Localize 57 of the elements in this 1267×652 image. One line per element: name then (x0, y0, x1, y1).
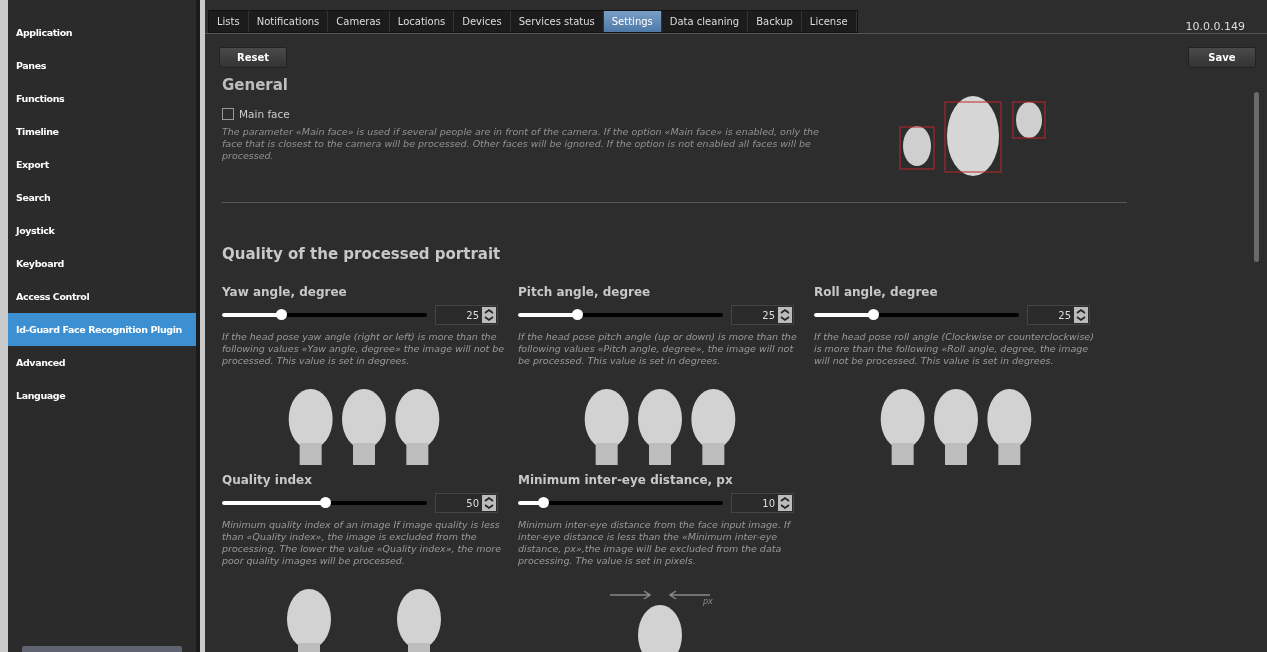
setting-title: Quality index (222, 473, 313, 487)
number-spinner[interactable]: 50 (435, 493, 498, 513)
sidebar-item[interactable]: Export (8, 148, 196, 181)
sidebar-scroll-bar[interactable] (22, 646, 182, 652)
number-spinner[interactable]: 25 (435, 305, 498, 325)
tab[interactable]: Notifications (248, 11, 329, 32)
tab[interactable]: Cameras (328, 11, 390, 32)
setting-title: Roll angle, degree (814, 285, 939, 299)
spinner-arrows-icon[interactable] (482, 307, 496, 323)
scrollbar-thumb[interactable] (1254, 92, 1259, 262)
tab[interactable]: License (801, 11, 857, 32)
sidebar-item[interactable]: Functions (8, 82, 196, 115)
spinner-arrows-icon[interactable] (482, 495, 496, 511)
number-spinner[interactable]: 10 (731, 493, 794, 513)
sidebar-item[interactable]: Joystick (8, 214, 196, 247)
tab[interactable]: Backup (748, 11, 802, 32)
setting-description: If the head pose yaw angle (right or left) is more than the following values «Yaw angle, degree» the image will not be processed. This value is set in degrees. (222, 331, 506, 367)
spinner-arrows-icon[interactable] (778, 307, 792, 323)
sidebar-item[interactable]: Timeline (8, 115, 196, 148)
tab[interactable]: Lists (209, 11, 249, 32)
sidebar-item[interactable]: Panes (8, 49, 196, 82)
sidebar-item[interactable]: Keyboard (8, 247, 196, 280)
sidebar-item[interactable]: Search (8, 181, 196, 214)
setting-description: If the head pose pitch angle (up or down) is more than the following values «Pitch angle, degree», the image will not be processed. This value is set in degrees. (518, 331, 798, 367)
sidebar-item[interactable]: Application (8, 16, 196, 49)
setting-title: Minimum inter-eye distance, px (518, 473, 734, 487)
checkbox-icon[interactable] (222, 108, 234, 120)
reset-button[interactable]: Reset (219, 47, 287, 68)
tab[interactable]: Services status (510, 11, 604, 32)
general-description: The parameter «Main face» is used if several people are in front of the camera. If the option «Main face» is enabled, only the face that is closest to the camera will be processed. Other faces will be ignored. If the option is not enabled all faces will be processed. (222, 126, 820, 162)
setting-title: Yaw angle, degree (222, 285, 348, 299)
setting-description: If the head pose roll angle (Clockwise or counterclockwise) is more than the following «Roll angle, degree, the image will not be processed. This value is set in degrees. (814, 331, 1095, 367)
setting-description: Minimum quality index of an image If image quality is less than «Quality index», the image is excluded from the processing. The lower the value «Quality index», the more poor quality images will be processed. (222, 519, 503, 567)
number-spinner[interactable]: 25 (731, 305, 794, 325)
tab[interactable]: Devices (454, 11, 511, 32)
section-title: General (222, 76, 289, 94)
tab[interactable]: Locations (389, 11, 455, 32)
slider-thumb[interactable] (276, 309, 288, 320)
version-label: 10.0.0.149 (1185, 20, 1245, 33)
main-face-checkbox[interactable]: Main face (222, 108, 822, 120)
section-title: Quality of the processed portrait (222, 245, 502, 263)
sidebar-item[interactable]: Access Control (8, 280, 196, 313)
sidebar-item[interactable]: Language (8, 379, 196, 412)
save-button[interactable]: Save (1188, 47, 1256, 68)
setting-title: Pitch angle, degree (518, 285, 652, 299)
spinner-arrows-icon[interactable] (778, 495, 792, 511)
setting-description: Minimum inter-eye distance from the face input image. If inter-eye distance is less than the «Minimum inter-eye distance, px»,the image will be excluded from the data processing. The value is set in pixels. (518, 519, 793, 567)
slider-thumb[interactable] (537, 497, 549, 508)
slider-thumb[interactable] (319, 497, 331, 508)
number-spinner[interactable]: 25 (1027, 305, 1090, 325)
px-label: px (703, 597, 713, 606)
slider-thumb[interactable] (572, 309, 584, 320)
tab[interactable]: Settings (603, 11, 662, 32)
sidebar-item[interactable]: Advanced (8, 346, 196, 379)
slider-thumb[interactable] (868, 309, 880, 320)
tab[interactable]: Data cleaning (661, 11, 749, 32)
spinner-arrows-icon[interactable] (1074, 307, 1088, 323)
